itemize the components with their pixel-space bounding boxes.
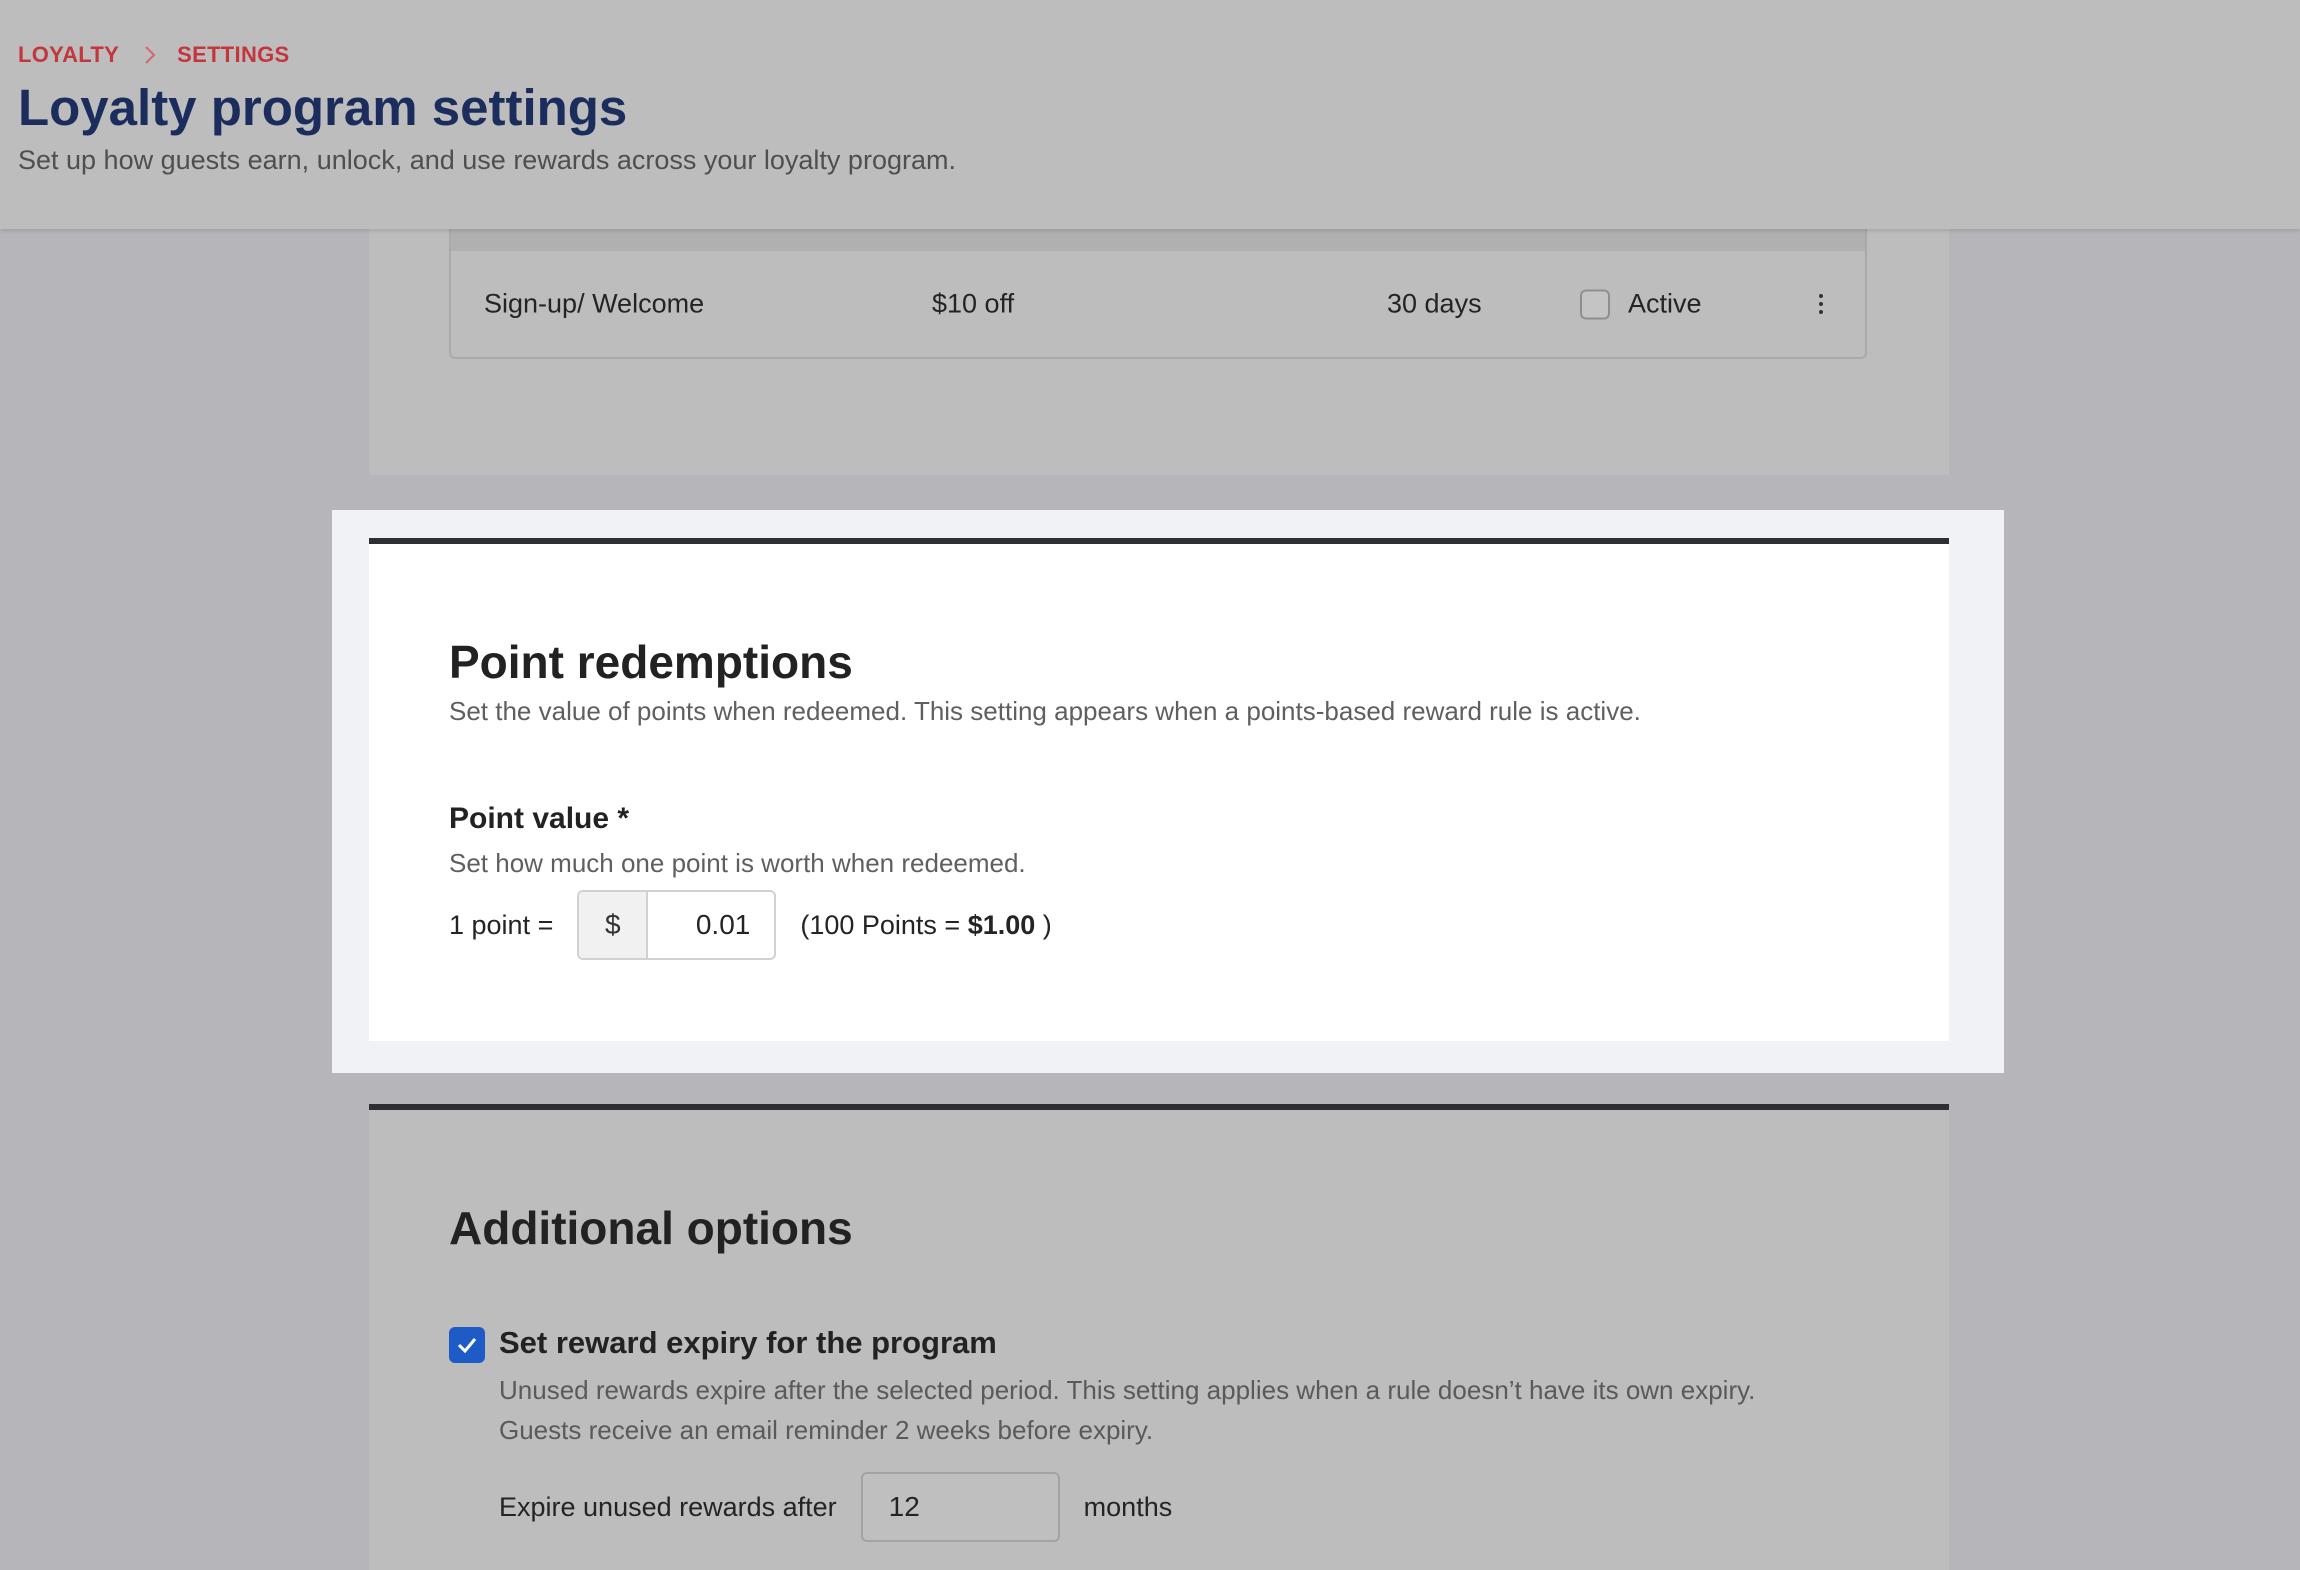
table-header: [451, 229, 1865, 251]
expire-months-input[interactable]: 12: [860, 1472, 1060, 1542]
point-value-field[interactable]: 0.01: [648, 892, 775, 958]
reward-expiry-label[interactable]: Set reward expiry for the program: [499, 1325, 997, 1361]
point-value-label: Point value *: [449, 802, 630, 835]
points-equivalence: (100 Points = $1.00 ): [800, 909, 1052, 940]
reward-rules-panel: Sign-up/ Welcome $10 off 30 days Active: [369, 229, 1949, 475]
section-title: Additional options: [449, 1202, 853, 1254]
breadcrumb-loyalty-link[interactable]: LOYALTY: [18, 42, 119, 68]
section-title: Point redemptions: [449, 636, 853, 688]
reward-expiry-description: Unused rewards expire after the selected…: [499, 1375, 1756, 1405]
equivalence-amount: $1.00: [967, 909, 1036, 940]
chevron-right-icon: [145, 46, 156, 64]
reward-expiry-checkbox[interactable]: [449, 1327, 485, 1363]
currency-prefix: $: [579, 892, 649, 958]
reward-expiry-reminder: Guests receive an email reminder 2 weeks…: [499, 1415, 1154, 1445]
rule-name: Sign-up/ Welcome: [484, 288, 705, 319]
additional-options-section: Additional options Set reward expiry for…: [369, 1104, 1949, 1570]
expire-row: Expire unused rewards after 12 months: [499, 1472, 1172, 1542]
more-options-icon[interactable]: [1809, 289, 1833, 319]
rule-reward: $10 off: [932, 288, 1015, 319]
table-row: Sign-up/ Welcome $10 off 30 days Active: [451, 251, 1865, 357]
rules-table: Sign-up/ Welcome $10 off 30 days Active: [449, 229, 1867, 359]
point-value-help: Set how much one point is worth when red…: [449, 848, 1026, 878]
expire-unit-label: months: [1083, 1491, 1173, 1522]
breadcrumb: LOYALTY SETTINGS: [18, 42, 290, 68]
point-value-row: 1 point = $ 0.01 (100 Points = $1.00 ): [449, 890, 1052, 960]
active-label: Active: [1628, 288, 1702, 319]
page-title: Loyalty program settings: [18, 79, 628, 136]
point-value-input[interactable]: $ 0.01: [577, 890, 777, 960]
active-checkbox[interactable]: [1580, 289, 1610, 319]
page-header: LOYALTY SETTINGS Loyalty program setting…: [0, 0, 2300, 229]
rule-status: Active: [1580, 289, 1702, 320]
checkmark-icon: [457, 1338, 477, 1354]
rule-expiry: 30 days: [1387, 288, 1482, 319]
page-subtitle: Set up how guests earn, unlock, and use …: [18, 145, 956, 175]
breadcrumb-settings: SETTINGS: [177, 42, 290, 67]
expire-prefix-label: Expire unused rewards after: [499, 1491, 837, 1522]
point-prefix-label: 1 point =: [449, 909, 554, 940]
section-description: Set the value of points when redeemed. T…: [449, 696, 1641, 726]
point-redemptions-section: Point redemptions Set the value of point…: [369, 538, 1949, 1041]
